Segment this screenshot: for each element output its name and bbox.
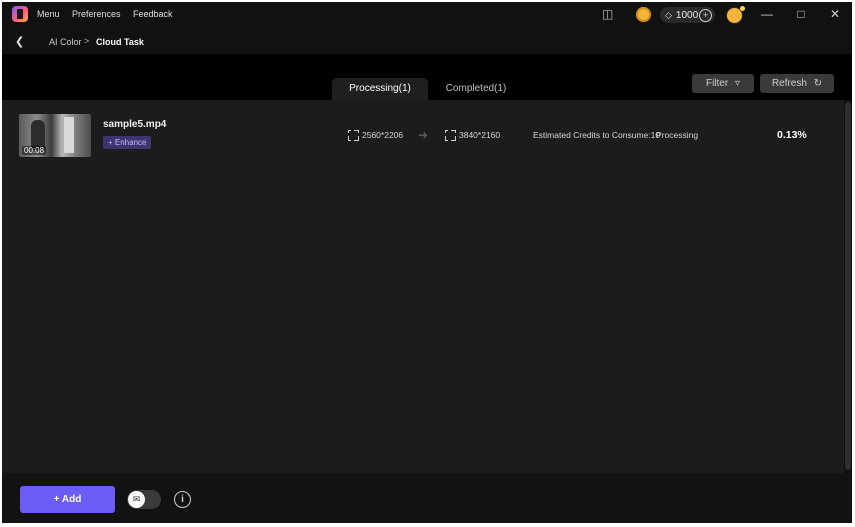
gem-icon: ◇ [665,9,672,20]
scrollbar-thumb[interactable] [845,102,851,470]
close-icon[interactable]: ✕ [827,6,843,22]
arrow-right-icon: ➜ [418,128,429,142]
task-progress: 0.13% [777,129,807,141]
source-resolution: 2560*2206 [362,130,404,140]
maximize-icon[interactable]: □ [793,6,809,22]
breadcrumb-parent[interactable]: AI Color [49,37,82,47]
user-avatar-icon[interactable] [726,6,745,24]
footer: + Add ✉ i [2,473,852,523]
title-bar: Menu Preferences Feedback ◫ ◇ 1000 + — □… [2,2,852,28]
app-logo [12,6,28,22]
filter-icon: ▿ [734,78,741,89]
coin-icon[interactable] [636,7,651,22]
scrollbar[interactable] [844,100,852,473]
plus-circle-icon[interactable]: + [699,8,712,22]
resolution-icon [347,129,360,142]
credits-value: 1000 [675,9,699,21]
filter-button[interactable]: Filter ▿ [692,74,754,93]
task-status: Processing [656,130,699,140]
filter-label: Filter [705,78,729,89]
refresh-button[interactable]: Refresh ↻ [760,74,834,93]
video-thumbnail[interactable]: 00:08 [19,114,91,157]
credits-display[interactable]: ◇ 1000 + [660,7,715,23]
target-resolution: 3840*2160 [459,130,501,140]
mail-icon: ✉ [128,491,145,508]
task-row[interactable]: 00:08 sample5.mp4 + Enhance 2560*2206 ➜ … [2,100,844,166]
breadcrumb-current: Cloud Task [96,37,144,47]
resolution-icon [444,129,457,142]
minimize-icon[interactable]: — [759,6,775,22]
estimated-credits: Estimated Credits to Consume:10 [533,130,661,140]
breadcrumb: ❮ AI Color > Cloud Task [2,28,852,54]
email-notify-toggle[interactable]: ✉ [127,490,161,509]
back-arrow-icon[interactable]: ❮ [15,35,24,48]
feedback-button[interactable]: Feedback [133,9,173,19]
add-button[interactable]: + Add [20,486,115,513]
menu-button[interactable]: Menu [37,9,60,19]
tab-completed[interactable]: Completed(1) [432,78,520,100]
preferences-button[interactable]: Preferences [72,9,121,19]
breadcrumb-separator-icon: > [84,36,90,46]
file-name: sample5.mp4 [103,119,167,130]
refresh-icon: ↻ [813,78,823,89]
refresh-label: Refresh [771,78,807,89]
chat-icon[interactable]: ◫ [602,7,613,21]
info-icon[interactable]: i [174,491,191,508]
video-duration: 00:08 [22,146,47,155]
tab-processing[interactable]: Processing(1) [332,78,428,100]
task-list: 00:08 sample5.mp4 + Enhance 2560*2206 ➜ … [2,100,852,473]
enhance-badge: + Enhance [103,136,152,149]
app-window: Menu Preferences Feedback ◫ ◇ 1000 + — □… [2,2,852,523]
thumbnail-door [64,117,74,153]
tabs-bar: Processing(1) Completed(1) Filter ▿ Refr… [2,54,852,100]
